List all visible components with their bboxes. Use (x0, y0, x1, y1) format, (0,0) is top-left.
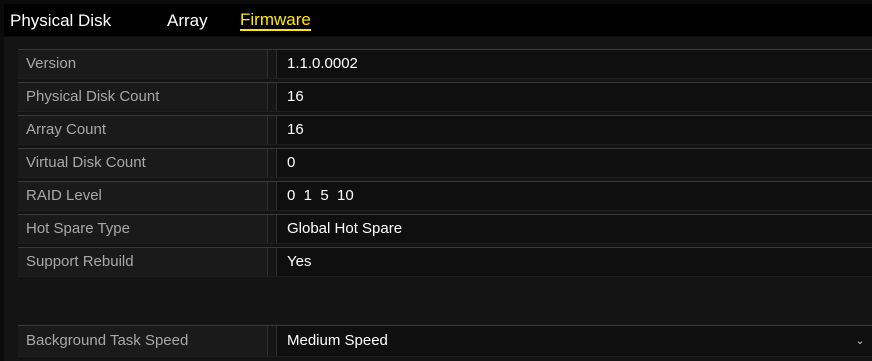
array-count-label: Array Count (18, 116, 268, 144)
table-row-physical-disk-count: Physical Disk Count 16 (18, 82, 872, 112)
firmware-window: Physical Disk Array Firmware Version 1.1… (0, 0, 872, 361)
table-row-version: Version 1.1.0.0002 (18, 49, 872, 79)
support-rebuild-label: Support Rebuild (18, 248, 268, 276)
support-rebuild-value: Yes (276, 248, 872, 276)
virtual-disk-count-label: Virtual Disk Count (18, 149, 268, 177)
tab-physical-disk[interactable]: Physical Disk (10, 11, 111, 31)
virtual-disk-count-value: 0 (276, 149, 872, 177)
table-row-virtual-disk-count: Virtual Disk Count 0 (18, 148, 872, 178)
background-task-speed-label: Background Task Speed (18, 326, 268, 356)
table-row-hot-spare-type: Hot Spare Type Global Hot Spare (18, 214, 872, 244)
firmware-panel: Version 1.1.0.0002 Physical Disk Count 1… (4, 37, 872, 361)
background-task-speed-value: Medium Speed (287, 332, 388, 349)
version-value: 1.1.0.0002 (276, 50, 872, 78)
hot-spare-type-label: Hot Spare Type (18, 215, 268, 243)
chevron-down-icon[interactable]: ⌄ (854, 326, 866, 356)
table-row-raid-level: RAID Level 0 1 5 10 (18, 181, 872, 211)
version-label: Version (18, 50, 268, 78)
tab-array[interactable]: Array (167, 11, 208, 31)
physical-disk-count-value: 16 (276, 83, 872, 111)
physical-disk-count-label: Physical Disk Count (18, 83, 268, 111)
table-row-array-count: Array Count 16 (18, 115, 872, 145)
firmware-info-table: Version 1.1.0.0002 Physical Disk Count 1… (18, 49, 872, 280)
background-task-speed-select[interactable]: Medium Speed ⌄ (276, 326, 872, 356)
array-count-value: 16 (276, 116, 872, 144)
raid-level-label: RAID Level (18, 182, 268, 210)
tab-firmware[interactable]: Firmware (240, 11, 311, 31)
hot-spare-type-value: Global Hot Spare (276, 215, 872, 243)
tab-bar: Physical Disk Array Firmware (4, 4, 872, 36)
table-row-support-rebuild: Support Rebuild Yes (18, 247, 872, 277)
background-task-speed-row: Background Task Speed Medium Speed ⌄ (18, 325, 872, 357)
raid-level-value: 0 1 5 10 (276, 182, 872, 210)
